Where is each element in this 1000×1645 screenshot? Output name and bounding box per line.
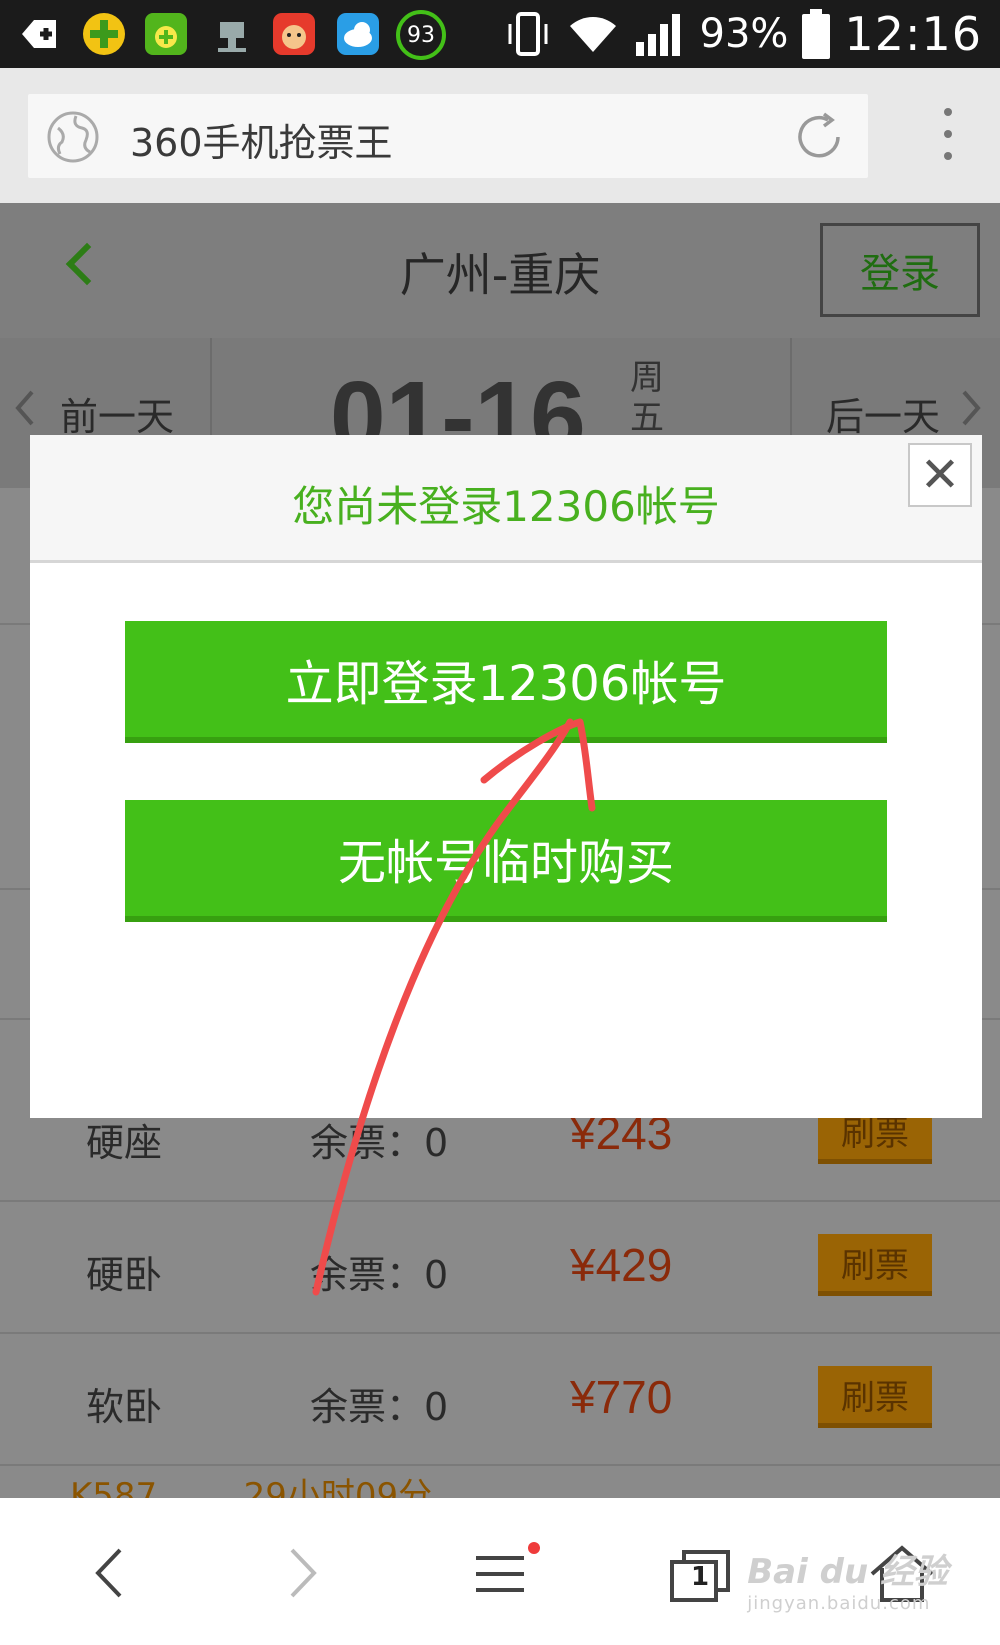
clock: 12:16 <box>844 7 982 61</box>
status-right: 93% 12:16 <box>504 6 982 62</box>
login-button[interactable]: 登录 <box>820 223 980 317</box>
seat-class: 硬座 <box>86 1121 163 1165</box>
page-header: 广州-重庆 登录 <box>0 203 1000 338</box>
previous-day-button[interactable]: 前一天 <box>60 386 174 441</box>
browser-bottom-nav: 1 Bai du 经验 jingyan.baidu.com <box>0 1498 1000 1645</box>
weekday-label: 周五 <box>630 358 664 438</box>
address-bar[interactable]: 360手机抢票王 <box>28 94 868 178</box>
fare-price: ¥429 <box>570 1239 673 1291</box>
refresh-ticket-button[interactable]: 刷票 <box>818 1234 932 1296</box>
tabs-button[interactable]: 1 <box>660 1538 740 1608</box>
dialog-title: 您尚未登录12306帐号 <box>292 482 720 531</box>
chevron-left-icon <box>15 390 34 426</box>
watermark-url: jingyan.baidu.com <box>747 1593 931 1614</box>
security-app-icon <box>83 13 125 55</box>
fare-price: ¥770 <box>570 1371 673 1423</box>
tickets-left: 余票：0 <box>310 1253 449 1297</box>
watermark-brand: Bai du 经验 <box>747 1552 948 1592</box>
refresh-ticket-button[interactable]: 刷票 <box>818 1366 932 1428</box>
game-app-icon <box>273 13 315 55</box>
seat-class: 硬卧 <box>86 1253 163 1297</box>
next-day-button[interactable]: 后一天 <box>826 386 940 441</box>
back-notification-icon <box>22 20 56 48</box>
dialog-header: 您尚未登录12306帐号 ✕ <box>30 435 982 563</box>
overflow-menu-icon[interactable] <box>944 108 952 174</box>
tickets-left: 余票：0 <box>310 1121 449 1165</box>
login-12306-button[interactable]: 立即登录12306帐号 <box>125 621 887 743</box>
globe-icon <box>47 111 99 163</box>
signal-icon <box>635 14 680 56</box>
next-train-row: K587 29小时09分 <box>0 1466 1000 1498</box>
chevron-right-icon <box>962 390 981 426</box>
nav-back-icon[interactable] <box>70 1538 150 1608</box>
url-title: 360手机抢票王 <box>130 121 393 165</box>
next-train-summary: K587 29小时09分 <box>70 1476 433 1498</box>
battery-icon <box>802 9 831 59</box>
wifi-icon <box>569 17 616 52</box>
close-icon[interactable]: ✕ <box>908 443 972 507</box>
status-bar: 93 93% 12:16 <box>0 0 1000 68</box>
reload-icon[interactable] <box>792 110 846 164</box>
fare-row: 硬卧 余票：0 ¥429 刷票 <box>0 1202 1000 1334</box>
nav-forward-icon[interactable] <box>262 1538 342 1608</box>
speed-badge-icon: 93 <box>396 10 446 60</box>
network-app-icon <box>218 22 246 52</box>
tab-count: 1 <box>690 1562 710 1592</box>
battery-percent: 93% <box>699 11 789 57</box>
tickets-left: 余票：0 <box>310 1385 449 1429</box>
browser-toolbar: 360手机抢票王 <box>0 68 1000 203</box>
store-app-icon <box>145 13 187 55</box>
vibrate-icon <box>508 12 548 56</box>
cloud-app-icon <box>337 13 379 55</box>
fare-row: 软卧 余票：0 ¥770 刷票 <box>0 1334 1000 1466</box>
baidu-jingyan-watermark: Bai du 经验 jingyan.baidu.com <box>747 1544 948 1614</box>
menu-icon[interactable] <box>462 1538 542 1608</box>
seat-class: 软卧 <box>86 1385 163 1429</box>
login-required-dialog: 您尚未登录12306帐号 ✕ 立即登录12306帐号 无帐号临时购买 <box>30 435 982 1118</box>
guest-purchase-button[interactable]: 无帐号临时购买 <box>125 800 887 922</box>
